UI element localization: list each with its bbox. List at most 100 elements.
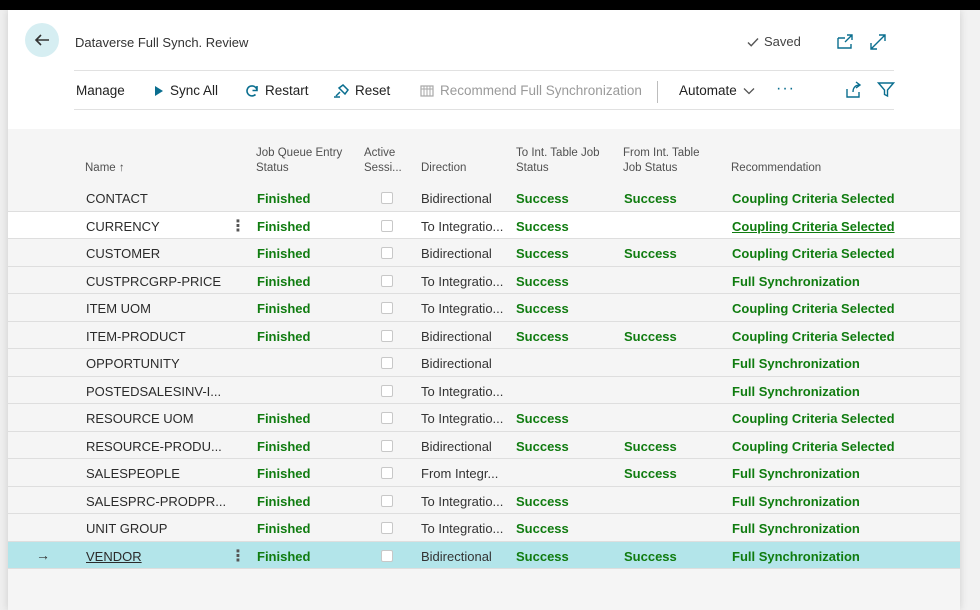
- cell-name[interactable]: ITEM UOM: [86, 301, 226, 316]
- expand-button[interactable]: [868, 32, 888, 52]
- cell-from-int-status[interactable]: Success: [624, 246, 677, 261]
- active-session-checkbox[interactable]: [381, 302, 393, 314]
- row-actions-button[interactable]: ⋮: [230, 216, 246, 236]
- cell-recommendation[interactable]: Coupling Criteria Selected: [732, 439, 895, 454]
- cell-from-int-status[interactable]: Success: [624, 191, 677, 206]
- table-row[interactable]: UNIT GROUP Finished To Integratio... Suc…: [8, 514, 960, 542]
- filter-button[interactable]: [877, 81, 895, 99]
- cell-from-int-status[interactable]: Success: [624, 329, 677, 344]
- cell-recommendation[interactable]: Full Synchronization: [732, 549, 860, 564]
- cell-job-queue-status: Finished: [257, 191, 311, 206]
- table-row[interactable]: RESOURCE UOM Finished To Integratio... S…: [8, 404, 960, 432]
- table-row[interactable]: ITEM UOM Finished To Integratio... Succe…: [8, 294, 960, 322]
- reset-button[interactable]: Reset: [333, 83, 390, 98]
- column-header-active-sessions[interactable]: Active Sessi...: [364, 146, 402, 176]
- cell-recommendation[interactable]: Coupling Criteria Selected: [732, 329, 895, 344]
- cell-name[interactable]: CURRENCY: [86, 219, 226, 234]
- table-row[interactable]: ITEM-PRODUCT Finished Bidirectional Succ…: [8, 322, 960, 349]
- active-session-checkbox[interactable]: [381, 357, 393, 369]
- cell-to-int-status[interactable]: Success: [516, 549, 569, 564]
- cell-to-int-status[interactable]: Success: [516, 494, 569, 509]
- cell-recommendation[interactable]: Full Synchronization: [732, 274, 860, 289]
- cell-name[interactable]: OPPORTUNITY: [86, 356, 226, 371]
- table-row[interactable]: CONTACT Finished Bidirectional Success S…: [8, 184, 960, 212]
- cell-name[interactable]: SALESPEOPLE: [86, 466, 226, 481]
- cell-recommendation[interactable]: Coupling Criteria Selected: [732, 411, 895, 426]
- row-actions-button[interactable]: ⋮: [230, 546, 246, 566]
- more-options-button[interactable]: ···: [776, 80, 795, 98]
- restart-button[interactable]: Restart: [245, 83, 309, 98]
- cell-name[interactable]: RESOURCE UOM: [86, 411, 226, 426]
- cell-name[interactable]: POSTEDSALESINV-I...: [86, 384, 226, 399]
- active-session-checkbox[interactable]: [381, 494, 393, 507]
- cell-from-int-status[interactable]: Success: [624, 439, 677, 454]
- current-row-arrow-icon: →: [36, 546, 50, 563]
- cell-name[interactable]: CUSTPRCGRP-PRICE: [86, 274, 226, 289]
- cell-to-int-status[interactable]: Success: [516, 246, 569, 261]
- active-session-checkbox[interactable]: [381, 329, 393, 342]
- cell-recommendation[interactable]: Coupling Criteria Selected: [732, 191, 895, 206]
- active-session-checkbox[interactable]: [381, 412, 393, 424]
- cell-to-int-status[interactable]: Success: [516, 329, 569, 344]
- active-session-checkbox[interactable]: [381, 384, 393, 397]
- active-session-checkbox[interactable]: [381, 522, 393, 534]
- column-header-name[interactable]: Name ↑: [85, 161, 125, 176]
- cell-recommendation[interactable]: Full Synchronization: [732, 466, 860, 481]
- cell-recommendation[interactable]: Coupling Criteria Selected: [732, 219, 895, 234]
- cell-to-int-status[interactable]: Success: [516, 521, 569, 536]
- cell-recommendation[interactable]: Full Synchronization: [732, 494, 860, 509]
- cell-job-queue-status: Finished: [257, 218, 311, 234]
- table-row[interactable]: OPPORTUNITY Bidirectional Full Synchroni…: [8, 349, 960, 377]
- cell-from-int-status[interactable]: Success: [624, 466, 677, 481]
- active-session-checkbox[interactable]: [381, 274, 393, 287]
- cell-name[interactable]: SALESPRC-PRODPR...: [86, 494, 226, 509]
- cell-to-int-status[interactable]: Success: [516, 219, 569, 234]
- cell-name[interactable]: CUSTOMER: [86, 246, 226, 261]
- cell-name[interactable]: CONTACT: [86, 191, 226, 206]
- cell-to-int-status[interactable]: Success: [516, 191, 569, 206]
- cell-recommendation[interactable]: Coupling Criteria Selected: [732, 246, 895, 261]
- active-session-checkbox[interactable]: [381, 549, 393, 562]
- active-session-checkbox[interactable]: [381, 439, 393, 452]
- active-session-checkbox[interactable]: [381, 467, 393, 479]
- cell-from-int-status[interactable]: Success: [624, 549, 677, 564]
- manage-menu[interactable]: Manage: [76, 83, 125, 98]
- cell-name[interactable]: ITEM-PRODUCT: [86, 329, 226, 344]
- table-row[interactable]: SALESPRC-PRODPR... Finished To Integrati…: [8, 487, 960, 514]
- sync-all-button[interactable]: Sync All: [154, 83, 218, 98]
- column-header-recommendation[interactable]: Recommendation: [731, 161, 821, 176]
- open-in-new-window-button[interactable]: [835, 32, 855, 52]
- cell-name[interactable]: UNIT GROUP: [86, 521, 226, 536]
- cell-name[interactable]: VENDOR: [86, 549, 226, 564]
- table-body: CONTACT Finished Bidirectional Success S…: [8, 184, 960, 569]
- cell-recommendation[interactable]: Full Synchronization: [732, 356, 860, 371]
- table-row[interactable]: SALESPEOPLE Finished From Integr... Succ…: [8, 459, 960, 487]
- column-header-direction[interactable]: Direction: [421, 161, 466, 176]
- recommend-full-sync-button[interactable]: Recommend Full Synchronization: [420, 83, 642, 98]
- cell-name[interactable]: RESOURCE-PRODU...: [86, 439, 226, 454]
- table-row[interactable]: CUSTPRCGRP-PRICE Finished To Integratio.…: [8, 267, 960, 294]
- cell-job-queue-status: Finished: [257, 246, 311, 261]
- column-header-to-int-status[interactable]: To Int. Table Job Status: [516, 146, 600, 176]
- active-session-checkbox[interactable]: [381, 192, 393, 204]
- column-header-from-int-status[interactable]: From Int. Table Job Status: [623, 146, 700, 176]
- table-row[interactable]: CUSTOMER Finished Bidirectional Success …: [8, 239, 960, 267]
- table-row[interactable]: POSTEDSALESINV-I... To Integratio... Ful…: [8, 377, 960, 404]
- back-button[interactable]: [25, 23, 59, 57]
- cell-to-int-status[interactable]: Success: [516, 439, 569, 454]
- table-row[interactable]: → VENDOR ⋮ Finished Bidirectional Succes…: [8, 541, 960, 569]
- cell-recommendation[interactable]: Coupling Criteria Selected: [732, 301, 895, 316]
- cell-to-int-status[interactable]: Success: [516, 301, 569, 316]
- active-session-checkbox[interactable]: [381, 219, 393, 232]
- cell-to-int-status[interactable]: Success: [516, 274, 569, 289]
- cell-job-queue-status: Finished: [257, 466, 311, 481]
- table-row[interactable]: RESOURCE-PRODU... Finished Bidirectional…: [8, 432, 960, 459]
- share-button[interactable]: [844, 81, 862, 99]
- active-session-checkbox[interactable]: [381, 247, 393, 259]
- table-row[interactable]: CURRENCY ⋮ Finished To Integratio... Suc…: [8, 211, 960, 239]
- cell-recommendation[interactable]: Full Synchronization: [732, 384, 860, 399]
- cell-recommendation[interactable]: Full Synchronization: [732, 521, 860, 536]
- automate-menu[interactable]: Automate: [679, 83, 755, 98]
- cell-to-int-status[interactable]: Success: [516, 411, 569, 426]
- column-header-job-queue-status[interactable]: Job Queue Entry Status: [256, 146, 342, 176]
